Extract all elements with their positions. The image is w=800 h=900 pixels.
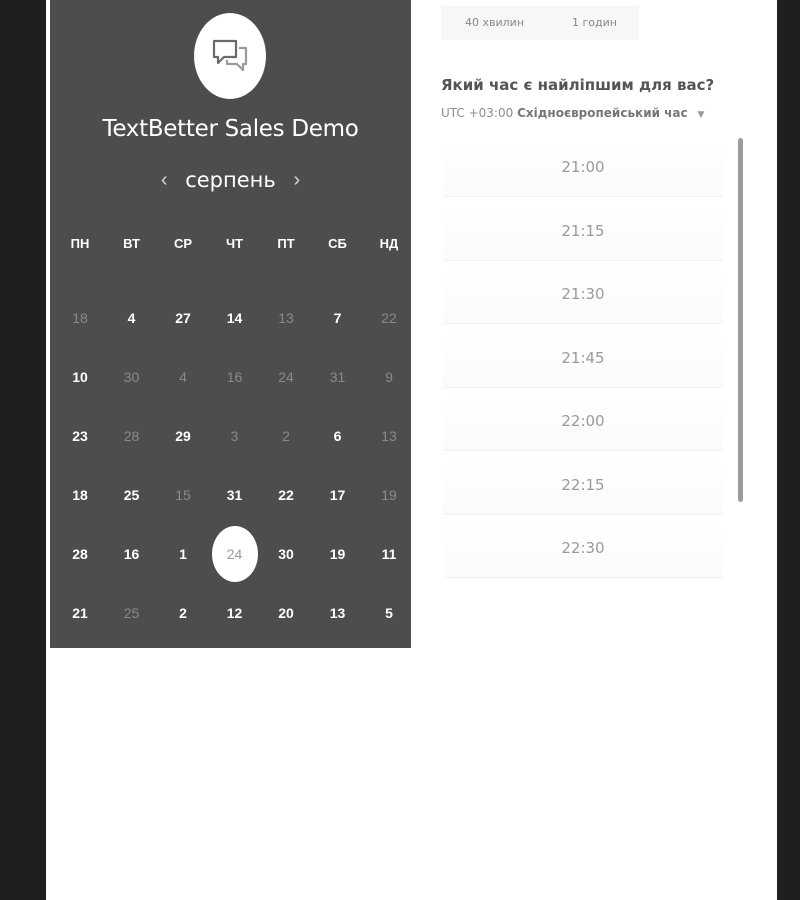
calendar-day: 28 [123, 428, 140, 444]
time-slot[interactable]: 22:00 [443, 392, 723, 451]
calendar-day: 31 [329, 369, 346, 385]
time-slot[interactable]: 22:15 [443, 455, 723, 515]
calendar-day[interactable]: 27 [157, 303, 209, 333]
time-slot[interactable]: 21:30 [443, 265, 723, 324]
weekday-header: НД [379, 236, 399, 251]
weekday-header: ВТ [123, 236, 140, 251]
calendar-day[interactable]: 19 [312, 539, 364, 569]
calendar-day[interactable]: 11 [363, 539, 415, 569]
calendar-day[interactable]: 29 [157, 421, 209, 451]
month-navigation: ‹ серпень › [50, 168, 411, 192]
calendar-day[interactable]: 21 [54, 598, 106, 628]
timezone-selector[interactable]: UTC +03:00 Східноєвропейський час ▼ [441, 106, 704, 120]
weekday-header: ЧТ [225, 236, 244, 251]
scrollbar[interactable] [738, 138, 743, 502]
time-slot[interactable]: 21:00 [443, 138, 723, 197]
calendar-day[interactable]: 23 [54, 421, 106, 451]
calendar-day: 4 [179, 369, 187, 385]
calendar-day: 18 [72, 310, 88, 326]
calendar-day: 2 [282, 428, 290, 444]
calendar-day: 13 [381, 428, 397, 444]
chat-bubbles-icon [212, 39, 248, 72]
calendar-day: 30 [123, 369, 140, 385]
weekday-header: ПН [70, 236, 90, 251]
calendar-day: 3 [230, 428, 239, 444]
weekday-header: ПТ [277, 236, 295, 251]
calendar-day[interactable]: 18 [54, 480, 106, 510]
time-question: Який час є найліпшим для вас? [441, 76, 715, 94]
calendar-day: 24 [278, 369, 294, 385]
calendar-day[interactable]: 1 [157, 539, 209, 569]
weekday-header: СБ [328, 236, 347, 251]
calendar-day[interactable]: 10 [54, 362, 106, 392]
calendar-day[interactable]: 16 [106, 539, 158, 569]
time-slot[interactable]: 21:15 [443, 201, 723, 261]
calendar-day[interactable]: 13 [312, 598, 364, 628]
calendar-day[interactable]: 30 [260, 539, 312, 569]
time-slot[interactable]: 21:45 [443, 328, 723, 388]
calendar-day[interactable]: 5 [363, 598, 415, 628]
calendar-day[interactable]: 14 [209, 303, 261, 333]
calendar-day: 16 [226, 369, 243, 385]
duration-option-60[interactable]: 1 годин [572, 16, 617, 29]
app-title: TextBetter Sales Demo [102, 116, 359, 142]
calendar-day[interactable]: 4 [106, 303, 158, 333]
chevron-left-icon[interactable]: ‹ [157, 169, 171, 192]
calendar-day[interactable]: 28 [54, 539, 106, 569]
calendar-day: 22 [381, 310, 397, 326]
calendar-day[interactable]: 31 [209, 480, 261, 510]
calendar-day: 19 [381, 487, 397, 503]
calendar-panel: TextBetter Sales Demo ‹ серпень › ПН ВТ СР… [50, 0, 411, 648]
booking-page: TextBetter Sales Demo ‹ серпень › ПН ВТ СР… [46, 0, 777, 900]
calendar-day[interactable]: 6 [312, 421, 364, 451]
calendar-day[interactable]: 22 [260, 480, 312, 510]
timezone-offset: UTC +03:00 [441, 106, 514, 120]
calendar-day: 15 [175, 487, 191, 503]
calendar-day-selected[interactable]: 24 [211, 526, 258, 582]
month-label: серпень [185, 168, 276, 192]
calendar-day[interactable]: 17 [312, 480, 364, 510]
company-logo [194, 13, 266, 99]
calendar-day[interactable]: 7 [312, 303, 364, 333]
calendar-day: 25 [123, 605, 140, 621]
calendar-day: 13 [278, 310, 294, 326]
time-slot[interactable]: 22:30 [443, 519, 723, 578]
chevron-right-icon[interactable]: › [290, 169, 304, 192]
calendar-day[interactable]: 2 [157, 598, 209, 628]
calendar-day[interactable]: 12 [209, 598, 261, 628]
caret-down-icon: ▼ [697, 110, 705, 120]
duration-selector: 40 хвилин 1 годин [441, 6, 639, 40]
calendar-day[interactable]: 25 [106, 480, 158, 510]
calendar-day: 9 [385, 369, 393, 385]
calendar-day[interactable]: 20 [260, 598, 312, 628]
duration-option-40[interactable]: 40 хвилин [465, 16, 524, 29]
timezone-name: Східноєвропейський час [517, 106, 688, 120]
weekday-header: СР [173, 236, 193, 251]
